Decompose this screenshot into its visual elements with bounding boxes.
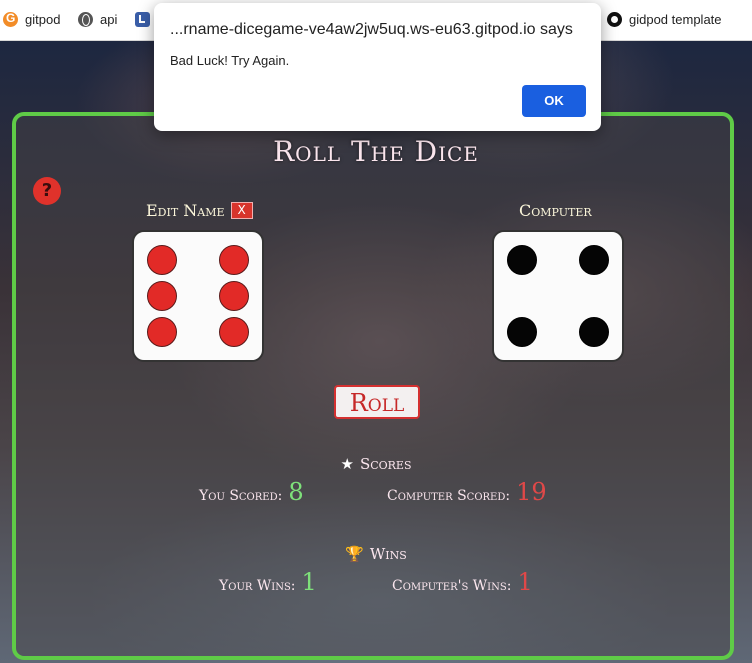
die-pip	[147, 245, 178, 276]
bookmark-gidpod-template[interactable]: gidpod template	[607, 12, 722, 27]
bookmark-gitpod[interactable]: gitpod	[3, 11, 61, 27]
computer-wins: Computer's Wins: 1	[392, 568, 533, 596]
die-pip	[578, 245, 609, 276]
die-pip	[147, 316, 178, 347]
page-title: Roll The Dice	[273, 135, 479, 168]
gitpod-icon	[3, 11, 18, 27]
die-pip	[147, 281, 178, 311]
player-die	[132, 230, 264, 362]
edit-name-button[interactable]: X	[230, 202, 253, 219]
wins-title: Wins	[369, 545, 407, 563]
computer-name-label: Computer	[519, 201, 592, 220]
die-pip	[218, 316, 249, 347]
computer-label: Computer	[519, 201, 592, 220]
scores-title: Scores	[359, 455, 412, 473]
die-pip	[218, 281, 249, 311]
edit-name-label[interactable]: Edit Name	[146, 201, 225, 220]
ok-button[interactable]: OK	[522, 85, 586, 117]
player-score-label: You Scored:	[199, 488, 283, 504]
trophy-icon: 🏆	[345, 545, 364, 563]
computer-die	[492, 230, 624, 362]
player-score-value: 8	[288, 478, 304, 506]
globe-icon	[78, 12, 93, 27]
dialog-origin: ...rname-dicegame-ve4aw2jw5uq.ws-eu63.gi…	[170, 21, 573, 38]
bookmark-label: gitpod	[25, 12, 61, 27]
scores-heading: ★ Scores	[0, 455, 752, 473]
player-label: Edit Name X	[146, 201, 253, 220]
player-wins-label: Your Wins:	[219, 578, 296, 594]
player-wins: Your Wins: 1	[219, 568, 317, 596]
computer-score-value: 19	[516, 478, 547, 506]
player-wins-value: 1	[301, 568, 317, 596]
bookmark-clock[interactable]	[135, 12, 150, 27]
die-pip	[578, 316, 609, 347]
player-score: You Scored: 8	[199, 478, 304, 506]
computer-score-label: Computer Scored:	[387, 488, 511, 504]
computer-wins-value: 1	[517, 568, 533, 596]
star-icon: ★	[340, 455, 354, 473]
bookmark-label: gidpod template	[629, 12, 722, 27]
computer-score: Computer Scored: 19	[387, 478, 547, 506]
wins-heading: 🏆 Wins	[0, 545, 752, 563]
die-pip	[218, 245, 249, 276]
github-icon	[607, 12, 622, 27]
bookmark-label: api	[100, 12, 118, 27]
computer-wins-label: Computer's Wins:	[392, 578, 512, 594]
bookmark-api[interactable]: api	[78, 12, 117, 27]
dialog-message: Bad Luck! Try Again.	[170, 53, 290, 68]
die-pip	[507, 316, 538, 347]
clock-icon	[135, 12, 150, 27]
die-pip	[507, 245, 538, 276]
alert-dialog: ...rname-dicegame-ve4aw2jw5uq.ws-eu63.gi…	[154, 3, 601, 131]
help-icon[interactable]: ?	[33, 177, 61, 205]
roll-button[interactable]: Roll	[334, 385, 420, 419]
